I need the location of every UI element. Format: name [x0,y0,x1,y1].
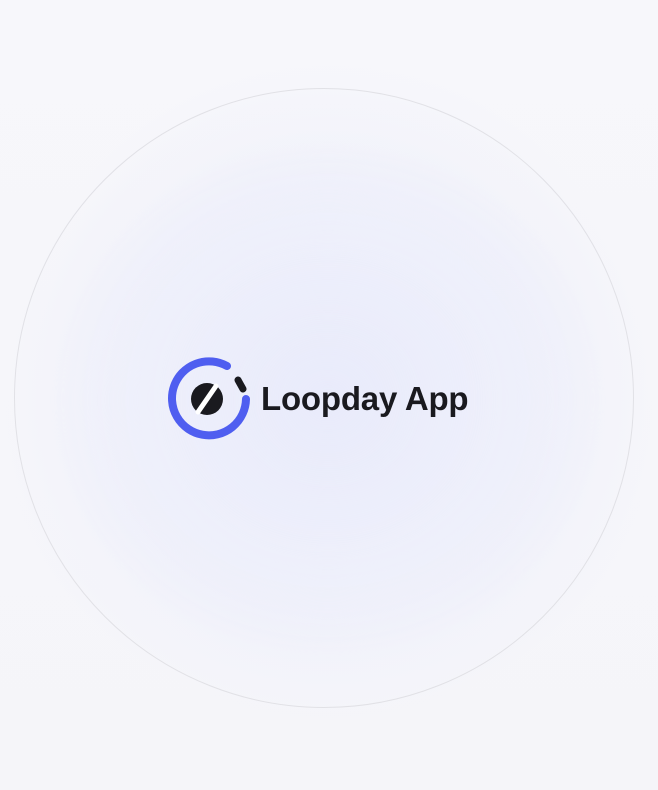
loopday-logo-icon [168,357,250,440]
brand-lockup: Loopday App [165,356,469,442]
app-name: Loopday App [261,380,469,417]
splash-screen: Loopday App [0,0,658,790]
